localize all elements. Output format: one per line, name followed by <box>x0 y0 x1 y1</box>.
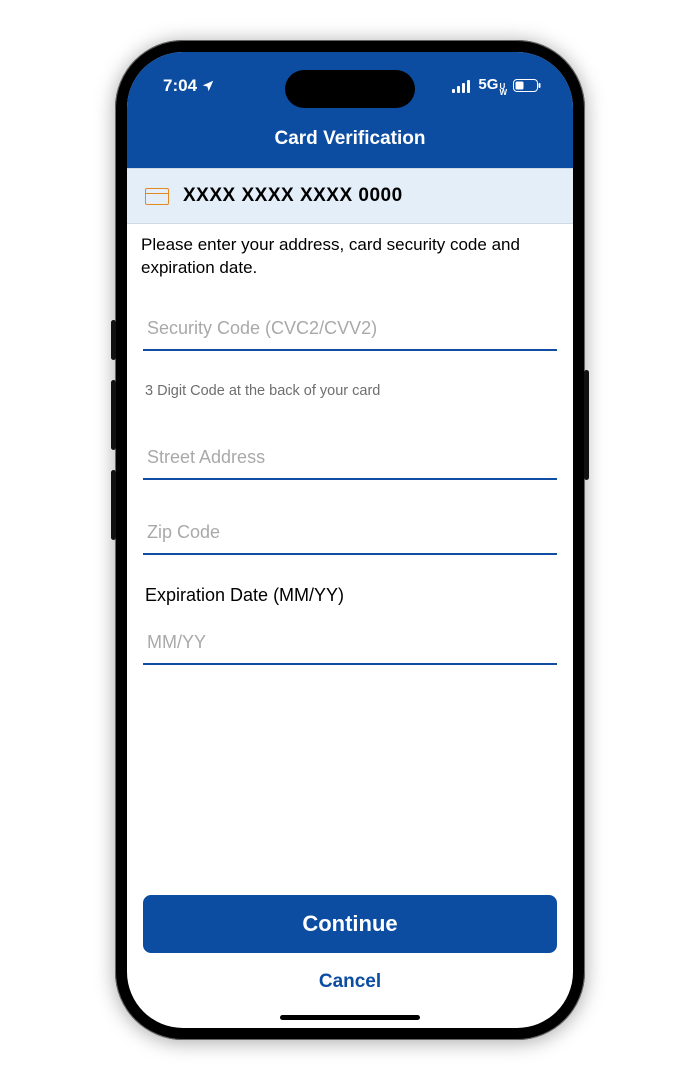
security-code-input[interactable] <box>143 304 557 351</box>
cancel-button[interactable]: Cancel <box>143 953 557 999</box>
card-strip: XXXX XXXX XXXX 0000 <box>127 168 573 224</box>
expiration-label: Expiration Date (MM/YY) <box>145 585 555 606</box>
screen: 7:04 5GUW <box>127 52 573 1028</box>
spacer <box>141 681 559 895</box>
instruction-text: Please enter your address, card security… <box>141 234 559 280</box>
power-button <box>584 370 589 480</box>
battery-icon <box>513 79 541 93</box>
expiration-date-input[interactable] <box>143 618 557 665</box>
location-arrow-icon <box>201 79 215 93</box>
cvc-helper-text: 3 Digit Code at the back of your card <box>145 383 555 399</box>
street-field-wrapper <box>143 433 557 480</box>
actions: Continue Cancel <box>141 895 559 1015</box>
street-address-input[interactable] <box>143 433 557 480</box>
network-type: 5GUW <box>478 76 507 95</box>
status-left: 7:04 <box>163 76 215 96</box>
home-indicator <box>280 1015 420 1020</box>
cvc-field-wrapper <box>143 304 557 351</box>
app-header: 7:04 5GUW <box>127 52 573 168</box>
status-time: 7:04 <box>163 76 197 96</box>
page-title: Card Verification <box>127 110 573 168</box>
side-button <box>111 320 116 360</box>
status-right: 5GUW <box>452 76 541 95</box>
zip-code-input[interactable] <box>143 508 557 555</box>
zip-field-wrapper <box>143 508 557 555</box>
expiration-field-wrapper <box>143 618 557 665</box>
form-content: Please enter your address, card security… <box>127 224 573 1028</box>
credit-card-icon <box>145 188 169 205</box>
volume-down-button <box>111 470 116 540</box>
phone-frame: 7:04 5GUW <box>115 40 585 1040</box>
continue-button[interactable]: Continue <box>143 895 557 953</box>
cellular-signal-icon <box>452 80 472 93</box>
volume-up-button <box>111 380 116 450</box>
masked-card-number: XXXX XXXX XXXX 0000 <box>183 185 403 207</box>
dynamic-island <box>285 70 415 108</box>
